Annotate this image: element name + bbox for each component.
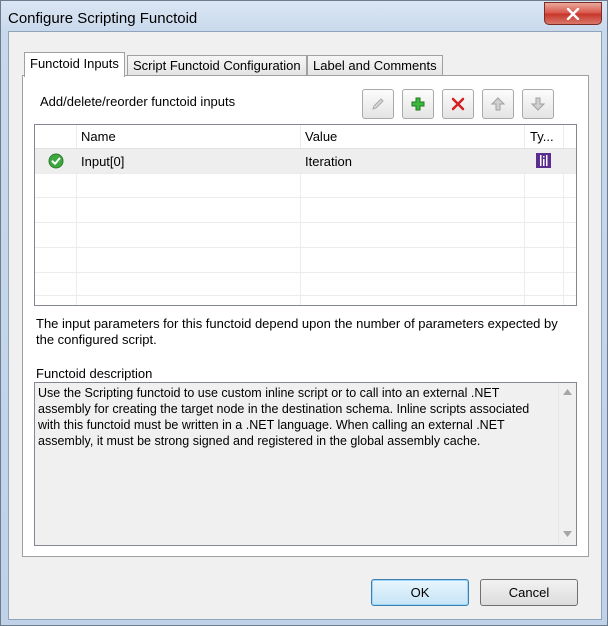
cancel-button[interactable]: Cancel [480,579,578,606]
ok-button[interactable]: OK [371,579,469,606]
add-input-button[interactable] [402,89,434,119]
tab-label-and-comments[interactable]: Label and Comments [307,55,443,76]
description-label: Functoid description [36,366,153,381]
inputs-grid: Name Value Ty... Input[0] Iteration [34,124,577,306]
move-up-button[interactable] [482,89,514,119]
tab-script-functoid-configuration[interactable]: Script Functoid Configuration [127,55,307,76]
green-check-icon [48,153,64,169]
red-x-icon [451,97,465,111]
description-scrollbar[interactable] [558,383,576,545]
grid-row-line [35,295,576,296]
parameters-info-text: The input parameters for this functoid d… [36,316,558,347]
column-header-name[interactable]: Name [81,129,116,144]
column-header-type[interactable]: Ty... [530,129,554,144]
iteration-type-icon [536,153,551,168]
grid-row-line [35,247,576,248]
delete-input-button[interactable] [442,89,474,119]
scroll-down-icon[interactable] [563,531,572,537]
description-text: Use the Scripting functoid to use custom… [38,386,530,448]
functoid-inputs-panel: Add/delete/reorder functoid inputs Name … [22,75,589,557]
down-arrow-icon [530,97,546,111]
tab-functoid-inputs[interactable]: Functoid Inputs [24,52,125,77]
green-plus-icon [411,97,425,111]
window-title: Configure Scripting Functoid [8,10,198,27]
inputs-caption: Add/delete/reorder functoid inputs [40,94,236,109]
move-down-button[interactable] [522,89,554,119]
pencil-icon [372,98,384,110]
column-header-value[interactable]: Value [305,129,337,144]
input-name-cell[interactable]: Input[0] [81,154,124,169]
edit-input-button[interactable] [362,89,394,119]
input-value-cell[interactable]: Iteration [305,154,352,169]
dialog-body: Functoid Inputs Script Functoid Configur… [8,31,602,620]
grid-row-line [35,272,576,273]
grid-row-line [35,173,576,174]
close-button[interactable] [544,2,602,25]
grid-row-line [35,197,576,198]
close-icon [566,7,580,20]
dialog-window: Configure Scripting Functoid Functoid In… [0,0,608,626]
grid-row-line [35,222,576,223]
scroll-up-icon[interactable] [563,389,572,395]
grid-header: Name Value Ty... [35,125,576,149]
up-arrow-icon [490,97,506,111]
description-box: Use the Scripting functoid to use custom… [34,382,577,546]
